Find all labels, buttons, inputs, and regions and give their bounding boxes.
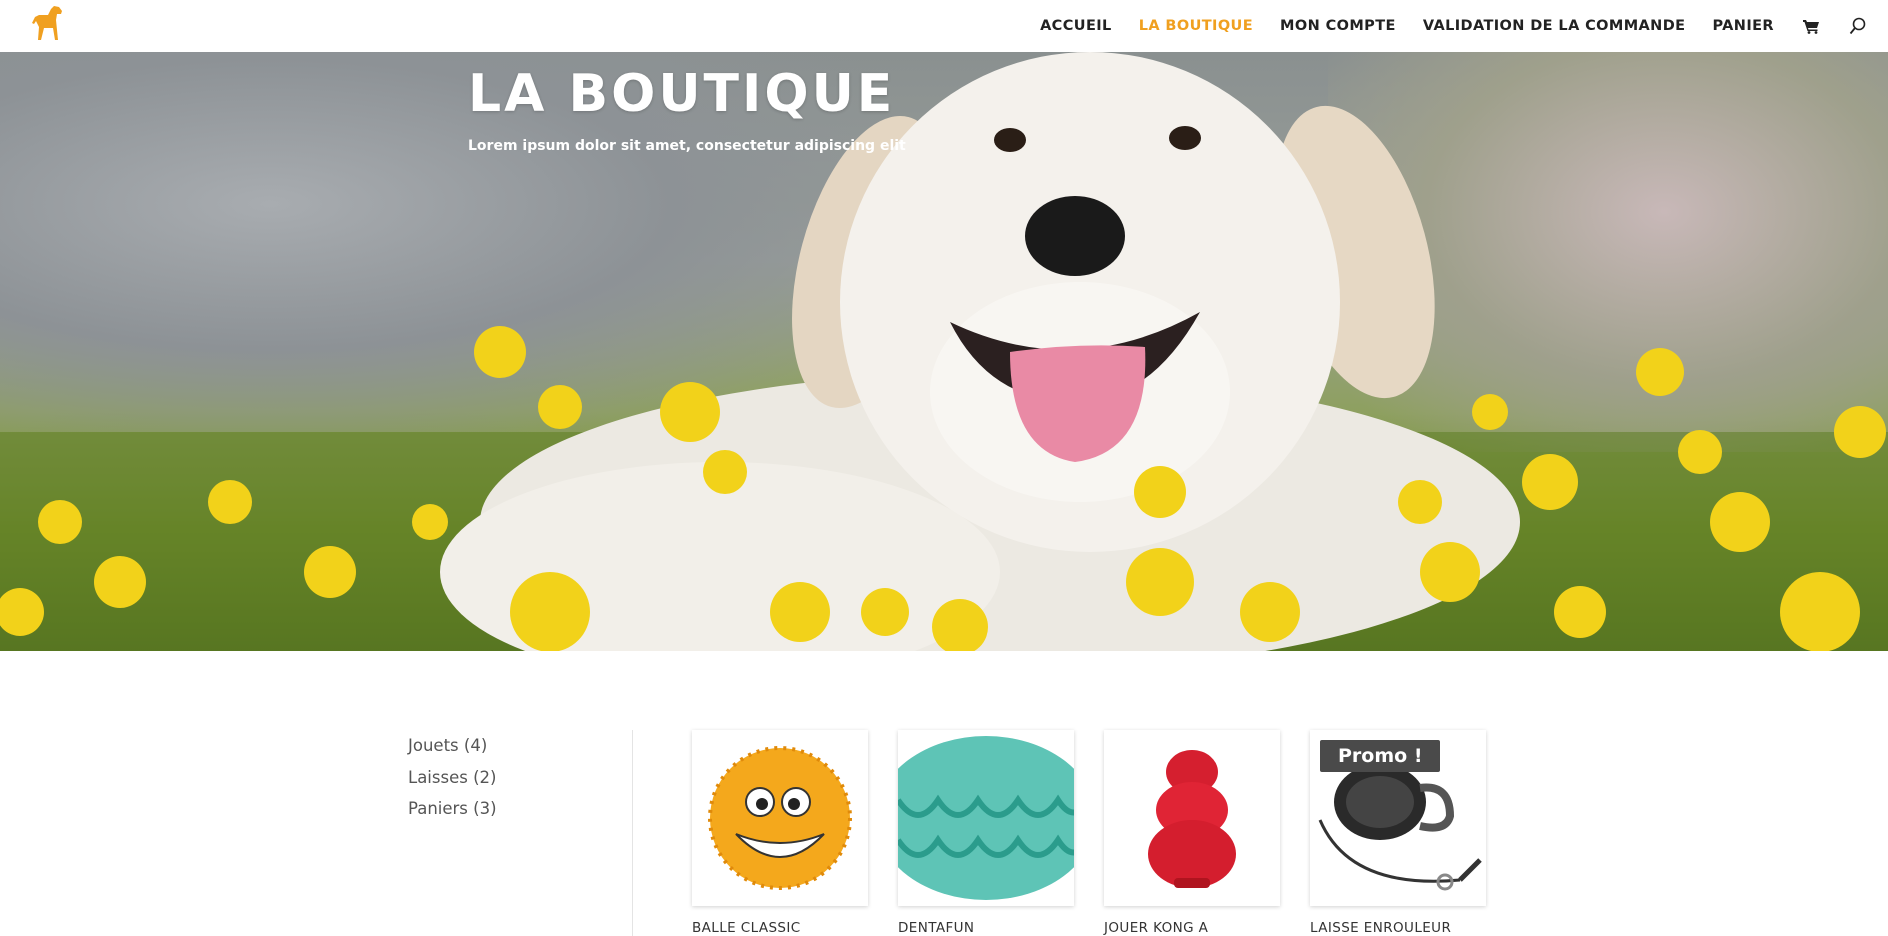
dog-logo-icon[interactable] <box>28 4 66 46</box>
main-nav: ACCUEIL LA BOUTIQUE MON COMPTE VALIDATIO… <box>1013 0 1868 52</box>
product-image-dentafun-ball[interactable] <box>898 730 1074 906</box>
promo-badge: Promo ! <box>1320 740 1441 772</box>
product-name[interactable]: DENTAFUN <box>898 920 1074 936</box>
product-card[interactable]: Promo ! LAISSE ENROULEUR <box>1310 730 1486 936</box>
nav-mon-compte[interactable]: MON COMPTE <box>1280 18 1396 34</box>
nav-panier[interactable]: PANIER <box>1712 18 1774 34</box>
hero-dog-image <box>0 52 1888 651</box>
product-image-smiley-ball[interactable] <box>692 730 868 906</box>
product-name[interactable]: JOUER KONG A <box>1104 920 1280 936</box>
category-link-jouets[interactable]: Jouets (4) <box>408 730 608 762</box>
product-name[interactable]: LAISSE ENROULEUR <box>1310 920 1486 936</box>
site-header: ACCUEIL LA BOUTIQUE MON COMPTE VALIDATIO… <box>0 0 1888 52</box>
product-grid: BALLE CLASSIC DENTAFUN JOUER KONG A Prom… <box>692 730 1492 936</box>
cart-icon[interactable] <box>1801 16 1821 36</box>
category-link-laisses[interactable]: Laisses (2) <box>408 762 608 794</box>
product-image-kong-toy[interactable] <box>1104 730 1280 906</box>
product-name[interactable]: BALLE CLASSIC <box>692 920 868 936</box>
product-card[interactable]: JOUER KONG A <box>1104 730 1280 936</box>
product-card[interactable]: DENTAFUN <box>898 730 1074 936</box>
search-icon[interactable] <box>1848 16 1868 36</box>
category-link-paniers[interactable]: Paniers (3) <box>408 793 608 825</box>
page-subtitle: Lorem ipsum dolor sit amet, consectetur … <box>468 138 906 154</box>
nav-la-boutique[interactable]: LA BOUTIQUE <box>1139 18 1253 34</box>
hero-banner: LA BOUTIQUE Lorem ipsum dolor sit amet, … <box>0 52 1888 651</box>
nav-validation-commande[interactable]: VALIDATION DE LA COMMANDE <box>1423 18 1686 34</box>
sidebar-divider <box>632 730 633 936</box>
product-image-retractable-leash[interactable]: Promo ! <box>1310 730 1486 906</box>
category-sidebar: Jouets (4) Laisses (2) Paniers (3) <box>408 730 608 825</box>
page-title: LA BOUTIQUE <box>468 64 896 124</box>
nav-accueil[interactable]: ACCUEIL <box>1040 18 1112 34</box>
product-card[interactable]: BALLE CLASSIC <box>692 730 868 936</box>
